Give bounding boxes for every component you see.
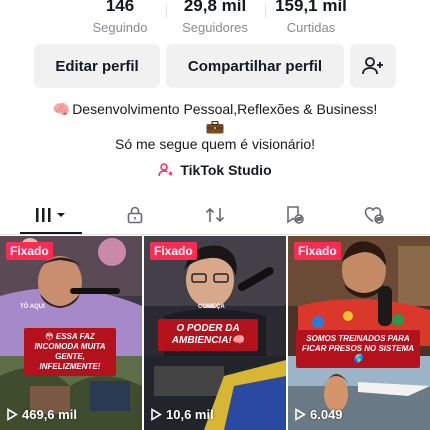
share-profile-button[interactable]: Compartilhar perfil: [166, 44, 344, 88]
likes-stat[interactable]: 159,1 mil Curtidas: [270, 0, 352, 37]
video-grid: Fixado TÔ AQUI 😳 ESSA FAZ INCOMODA MUITA…: [0, 236, 430, 430]
view-count-text: 10,6 mil: [166, 407, 214, 422]
tab-saved[interactable]: [276, 198, 312, 232]
profile-bio: 🧠 Desenvolvimento Pessoal,Reflexões & Bu…: [0, 100, 430, 154]
tab-reposts[interactable]: [197, 198, 233, 232]
studio-label: TikTok Studio: [180, 162, 272, 178]
view-count-text: 6.049: [310, 407, 343, 422]
bio-line-2: Só me segue quem é visionário!: [115, 136, 315, 152]
tab-liked[interactable]: [356, 198, 392, 232]
tab-videos[interactable]: [20, 198, 82, 234]
video-tag: TÔ AQUI: [20, 304, 45, 310]
video-thumbnail[interactable]: Fixado TÔ AQUI 😳 ESSA FAZ INCOMODA MUITA…: [0, 236, 142, 430]
followers-stat[interactable]: 29,8 mil Seguidores: [175, 0, 255, 37]
profile-stats: 146 Seguindo 29,8 mil Seguidores 159,1 m…: [0, 0, 430, 40]
videos-grid-icon: [36, 208, 65, 222]
person-star-icon: [158, 163, 174, 177]
play-icon: [295, 408, 306, 421]
video-caption: SOMOS TREINADOS PARA FICAR PRESOS NO SIS…: [296, 330, 420, 368]
video-thumbnail[interactable]: Fixado SOMOS TREINADOS PARA FICAR PRESOS…: [288, 236, 430, 430]
followers-label: Seguidores: [182, 20, 248, 35]
brain-emoji: 🧠: [52, 101, 71, 117]
likes-count: 159,1 mil: [275, 0, 347, 15]
person-plus-icon: [362, 57, 383, 75]
following-stat[interactable]: 146 Seguindo: [80, 0, 160, 37]
video-tag: COMEÇA: [198, 304, 225, 310]
lock-icon: [127, 206, 143, 224]
pinned-badge: Fixado: [150, 242, 197, 260]
bio-line-1: Desenvolvimento Pessoal,Reflexões & Busi…: [72, 101, 378, 117]
tiktok-studio-link[interactable]: TikTok Studio: [0, 162, 430, 178]
repost-icon: [205, 207, 225, 223]
tab-private[interactable]: [117, 198, 153, 232]
tabs-divider: [0, 234, 430, 235]
view-count: 6.049: [294, 407, 343, 422]
video-caption: O PODER DA AMBIENCIA!🧠: [158, 319, 258, 351]
pinned-badge: Fixado: [6, 242, 53, 260]
view-count-text: 469,6 mil: [22, 407, 77, 422]
pinned-badge: Fixado: [294, 242, 341, 260]
stat-divider: [265, 4, 266, 18]
stat-divider: [166, 4, 167, 18]
followers-count: 29,8 mil: [183, 0, 247, 15]
add-friends-button[interactable]: [350, 44, 396, 88]
video-thumbnail[interactable]: Fixado COMEÇA O PODER DA AMBIENCIA!🧠 10,…: [144, 236, 286, 430]
following-count: 146: [105, 0, 135, 15]
edit-profile-button[interactable]: Editar perfil: [34, 44, 160, 88]
likes-label: Curtidas: [286, 20, 336, 35]
liked-hidden-icon: [364, 207, 384, 224]
video-caption: 😳 ESSA FAZ INCOMODA MUITA GENTE, INFELIZ…: [24, 328, 116, 376]
profile-tabs: [0, 198, 430, 234]
play-icon: [151, 408, 162, 421]
briefcase-icon: [206, 121, 224, 134]
saved-hidden-icon: [287, 206, 304, 224]
following-label: Seguindo: [92, 20, 148, 35]
view-count: 10,6 mil: [150, 407, 214, 422]
view-count: 469,6 mil: [6, 407, 77, 422]
play-icon: [7, 408, 18, 421]
